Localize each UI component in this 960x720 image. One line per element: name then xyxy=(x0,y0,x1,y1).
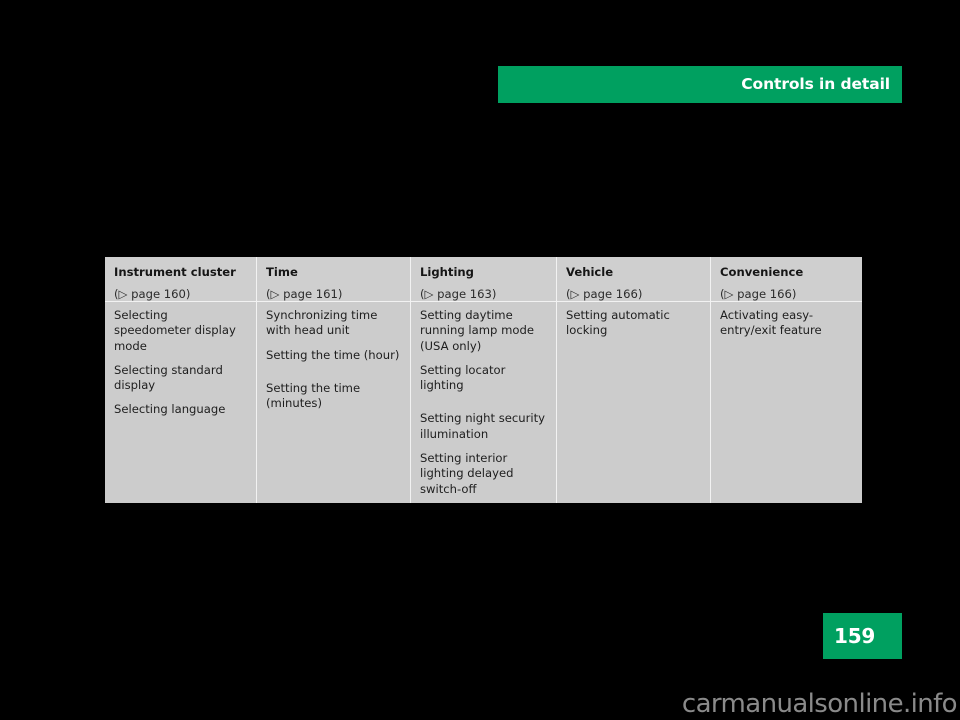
table-body-row: Selecting speedometer display mode Select… xyxy=(105,301,862,503)
section-title: Controls in detail xyxy=(741,74,890,93)
feature-list: Activating easy-entry/exit feature xyxy=(720,308,853,339)
table-body-cell-vehicle: Setting automatic locking xyxy=(556,302,710,503)
table-header-cell-lighting: Lighting (▷ page 163) xyxy=(410,257,556,301)
table-header-cell-instrument-cluster: Instrument cluster (▷ page 160) xyxy=(105,257,256,301)
feature-list-item[interactable]: Synchronizing time with head unit xyxy=(266,308,401,339)
table-header-row: Instrument cluster (▷ page 160) Time (▷ … xyxy=(105,257,862,301)
watermark: carmanualsonline.info xyxy=(681,689,958,719)
table-body-cell-instrument-cluster: Selecting speedometer display mode Select… xyxy=(105,302,256,503)
feature-overview-table: Instrument cluster (▷ page 160) Time (▷ … xyxy=(105,257,862,503)
feature-list-item[interactable]: Setting interior lighting delayed switch… xyxy=(420,451,547,497)
column-title: Instrument cluster xyxy=(114,265,236,279)
column-title: Vehicle xyxy=(566,265,614,279)
feature-list-item[interactable]: Selecting language xyxy=(114,402,247,417)
column-page-reference[interactable]: (▷ page 166) xyxy=(566,287,701,301)
page-number-badge: 159 xyxy=(823,613,902,659)
feature-list: Setting daytime running lamp mode (USA o… xyxy=(420,308,547,497)
column-page-reference[interactable]: (▷ page 161) xyxy=(266,287,401,301)
feature-list: Synchronizing time with head unit Setting… xyxy=(266,308,401,411)
feature-list-item[interactable]: Selecting standard display xyxy=(114,363,247,394)
feature-list-item[interactable]: Setting locator lighting xyxy=(420,363,547,394)
table-body-cell-convenience: Activating easy-entry/exit feature xyxy=(710,302,862,503)
table-header-cell-time: Time (▷ page 161) xyxy=(256,257,410,301)
feature-list: Setting automatic locking xyxy=(566,308,701,339)
table-body-cell-time: Synchronizing time with head unit Setting… xyxy=(256,302,410,503)
feature-list-item[interactable]: Selecting speedometer display mode xyxy=(114,308,247,354)
column-page-reference[interactable]: (▷ page 166) xyxy=(720,287,853,301)
feature-list-item[interactable]: Activating easy-entry/exit feature xyxy=(720,308,853,339)
feature-list-item[interactable]: Setting the time (hour) xyxy=(266,348,401,363)
feature-list-item[interactable]: Setting automatic locking xyxy=(566,308,701,339)
feature-list: Selecting speedometer display mode Select… xyxy=(114,308,247,418)
feature-list-item[interactable]: Setting daytime running lamp mode (USA o… xyxy=(420,308,547,354)
table-header-cell-vehicle: Vehicle (▷ page 166) xyxy=(556,257,710,301)
table-body-cell-lighting: Setting daytime running lamp mode (USA o… xyxy=(410,302,556,503)
table-header-cell-convenience: Convenience (▷ page 166) xyxy=(710,257,862,301)
column-title: Convenience xyxy=(720,265,804,279)
feature-list-item[interactable]: Setting the time (minutes) xyxy=(266,381,401,412)
column-title: Time xyxy=(266,265,298,279)
column-page-reference[interactable]: (▷ page 163) xyxy=(420,287,547,301)
feature-list-item[interactable]: Setting night security illumination xyxy=(420,411,547,442)
section-header-banner: Controls in detail xyxy=(498,66,902,103)
page-number: 159 xyxy=(834,624,876,648)
column-title: Lighting xyxy=(420,265,474,279)
column-page-reference[interactable]: (▷ page 160) xyxy=(114,287,247,301)
